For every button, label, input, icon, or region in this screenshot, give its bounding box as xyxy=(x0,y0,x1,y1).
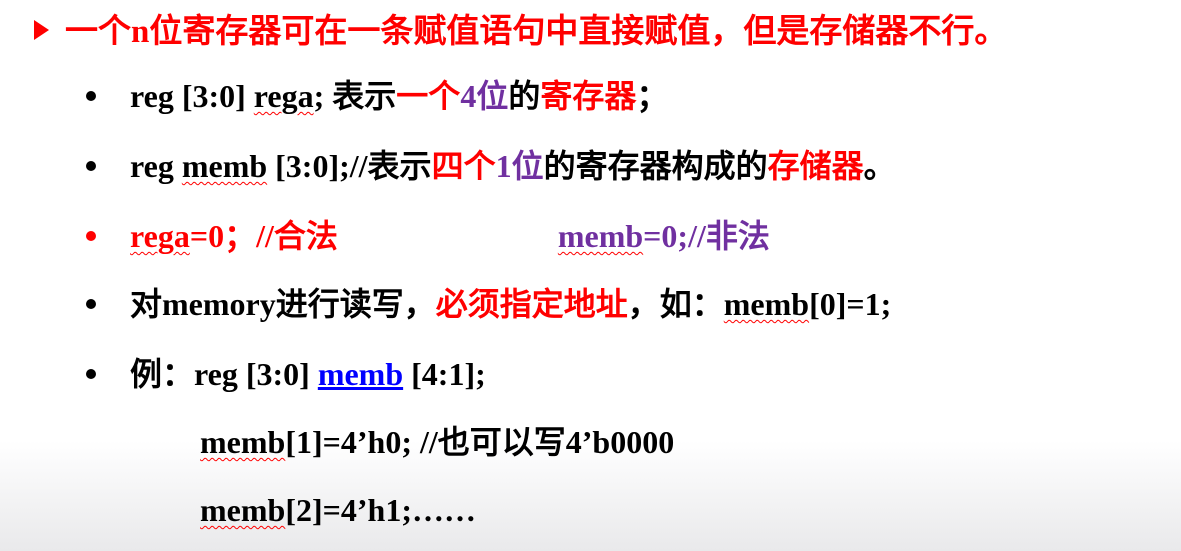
slide: 一个n位寄存器可在一条赋值语句中直接赋值，但是存储器不行。 reg [3:0] … xyxy=(0,0,1181,551)
bullet-item-reg-declaration: reg [3:0] rega; 表示一个4位的寄存器； xyxy=(86,76,668,116)
identifier-memb: memb xyxy=(200,424,286,460)
bullet-dot-icon xyxy=(86,231,96,241)
bullet-item-example: 例：reg [3:0] memb [4:1]; xyxy=(86,354,486,394)
identifier-memb: memb xyxy=(723,286,810,322)
title-text: 一个n位寄存器可在一条赋值语句中直接赋值，但是存储器不行。 xyxy=(65,14,1008,50)
item-text: ; 表示 xyxy=(313,78,397,114)
bullet-dot-icon xyxy=(86,161,96,171)
highlight-red-text: 寄存器 xyxy=(540,78,637,114)
item-text: [0]=1; xyxy=(809,286,892,322)
highlight-red-text: 四个 xyxy=(431,148,496,184)
identifier-memb: memb xyxy=(557,218,644,254)
bullet-item-memory-declaration: reg memb [3:0];//表示四个1位的寄存器构成的存储器。 xyxy=(86,146,896,186)
code-line-1: memb[1]=4’h0; //也可以写4’b0000 xyxy=(200,422,674,462)
bullet-dot-icon xyxy=(86,91,96,101)
highlight-purple-text: 4位 xyxy=(460,78,509,114)
item-text: reg [3:0] xyxy=(130,78,254,114)
highlight-red-text: 一个 xyxy=(396,78,461,114)
identifier-rega: rega xyxy=(253,78,314,114)
bullet-item-memory-access: 对memory进行读写，必须指定地址，如：memb[0]=1; xyxy=(86,284,891,324)
legal-assignment: rega=0；//合法 xyxy=(130,218,338,254)
item-text: =0；//合法 xyxy=(189,218,338,254)
illegal-assignment: memb=0;//非法 xyxy=(558,218,770,254)
identifier-rega: rega xyxy=(130,218,190,254)
item-text: 例：reg [3:0] xyxy=(130,356,318,392)
highlight-red-text: 存储器 xyxy=(767,148,864,184)
item-text: 的寄存器构成的 xyxy=(543,148,768,184)
code-text: [1]=4’h0; //也可以写4’b0000 xyxy=(285,424,675,460)
identifier-memb: memb xyxy=(200,492,286,528)
bullet-dot-icon xyxy=(86,369,96,379)
highlight-red-text: 必须指定地址 xyxy=(435,286,628,322)
item-text: ，如： xyxy=(627,286,724,322)
slide-title: 一个n位寄存器可在一条赋值语句中直接赋值，但是存储器不行。 xyxy=(34,12,1007,52)
item-text: reg xyxy=(130,148,182,184)
item-text: 的 xyxy=(508,78,541,114)
identifier-memb-link: memb xyxy=(317,356,404,392)
bullet-item-assignment-legality: rega=0；//合法 memb=0;//非法 xyxy=(86,216,770,256)
code-line-2: memb[2]=4’h1;…… xyxy=(200,490,476,530)
item-text: [4:1]; xyxy=(403,356,486,392)
item-text: ； xyxy=(636,78,669,114)
code-text: [2]=4’h1;…… xyxy=(285,492,476,528)
highlight-purple-text: 1位 xyxy=(495,148,544,184)
item-text: =0;//非法 xyxy=(643,218,770,254)
item-text: 。 xyxy=(863,148,896,184)
arrow-bullet-icon xyxy=(34,20,49,40)
identifier-memb: memb xyxy=(181,148,268,184)
item-text: [3:0];//表示 xyxy=(267,148,432,184)
bullet-dot-icon xyxy=(86,299,96,309)
item-text: 对memory进行读写， xyxy=(130,286,436,322)
